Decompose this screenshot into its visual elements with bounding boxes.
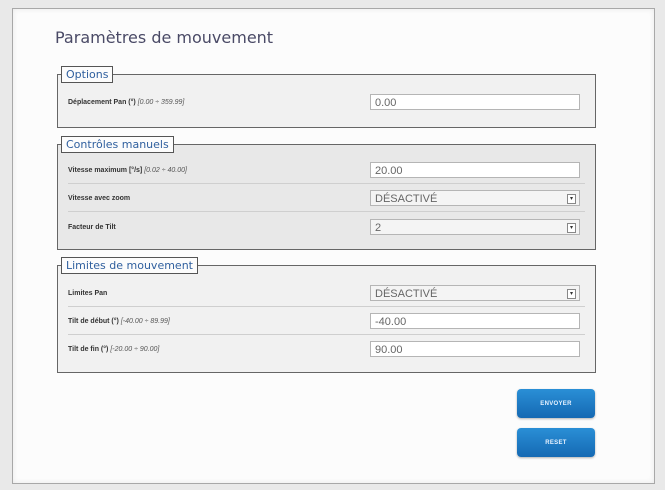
pan-limits-value: DÉSACTIVÉ: [375, 288, 438, 300]
pan-offset-input[interactable]: 0.00: [370, 94, 580, 110]
manual-controls-section: Contrôles manuels Vitesse maximum [°/s] …: [57, 136, 596, 250]
page-title: Paramètres de mouvement: [55, 28, 274, 47]
tilt-start-input[interactable]: -40.00: [370, 313, 580, 329]
options-section: Options Déplacement Pan (°) [0.00 ÷ 359.…: [57, 66, 596, 128]
tilt-start-label-text: Tilt de début (°): [68, 317, 119, 325]
pan-limits-select[interactable]: DÉSACTIVÉ ▾: [370, 285, 580, 301]
max-speed-row: Vitesse maximum [°/s] [0.02 ÷ 40.00] 20.…: [68, 159, 585, 181]
max-speed-label: Vitesse maximum [°/s] [0.02 ÷ 40.00]: [68, 167, 368, 174]
max-speed-range: [0.02 ÷ 40.00]: [144, 166, 187, 174]
movement-limits-section: Limites de mouvement Limites Pan DÉSACTI…: [57, 257, 596, 373]
chevron-down-icon: ▾: [567, 194, 576, 204]
max-speed-label-text: Vitesse maximum [°/s]: [68, 166, 143, 174]
movement-limits-legend: Limites de mouvement: [61, 257, 198, 274]
tilt-start-range: [-40.00 ÷ 89.99]: [120, 317, 170, 325]
pan-offset-label: Déplacement Pan (°) [0.00 ÷ 359.99]: [68, 99, 368, 106]
tilt-factor-value: 2: [375, 222, 382, 234]
tilt-start-row: Tilt de début (°) [-40.00 ÷ 89.99] -40.0…: [68, 310, 585, 332]
zoom-speed-value: DÉSACTIVÉ: [375, 193, 438, 205]
pan-limits-label: Limites Pan: [68, 289, 108, 297]
options-legend: Options: [61, 66, 114, 83]
divider: [68, 334, 585, 335]
tilt-end-label-text: Tilt de fin (°): [68, 345, 109, 353]
pan-offset-label-text: Déplacement Pan (°): [68, 98, 136, 106]
pan-offset-range: [0.00 ÷ 359.99]: [137, 98, 185, 106]
tilt-factor-select[interactable]: 2 ▾: [370, 219, 580, 235]
divider: [68, 183, 585, 184]
tilt-start-label: Tilt de début (°) [-40.00 ÷ 89.99]: [68, 318, 368, 325]
zoom-speed-select[interactable]: DÉSACTIVÉ ▾: [370, 190, 580, 206]
max-speed-input[interactable]: 20.00: [370, 162, 580, 178]
zoom-speed-label: Vitesse avec zoom: [68, 194, 131, 202]
zoom-speed-row: Vitesse avec zoom DÉSACTIVÉ ▾: [68, 187, 585, 209]
tilt-end-label: Tilt de fin (°) [-20.00 ÷ 90.00]: [68, 346, 368, 353]
chevron-down-icon: ▾: [567, 289, 576, 299]
tilt-end-range: [-20.00 ÷ 90.00]: [110, 345, 160, 353]
tilt-factor-row: Facteur de Tilt 2 ▾: [68, 216, 585, 238]
tilt-end-row: Tilt de fin (°) [-20.00 ÷ 90.00] 90.00: [68, 338, 585, 360]
chevron-down-icon: ▾: [567, 223, 576, 233]
divider: [68, 211, 585, 212]
send-button[interactable]: ENVOYER: [517, 389, 595, 418]
tilt-factor-label: Facteur de Tilt: [68, 223, 116, 231]
divider: [68, 306, 585, 307]
pan-offset-row: Déplacement Pan (°) [0.00 ÷ 359.99] 0.00: [68, 91, 585, 113]
reset-button[interactable]: RESET: [517, 428, 595, 457]
pan-limits-row: Limites Pan DÉSACTIVÉ ▾: [68, 282, 585, 304]
manual-controls-legend: Contrôles manuels: [61, 136, 174, 153]
tilt-end-input[interactable]: 90.00: [370, 341, 580, 357]
